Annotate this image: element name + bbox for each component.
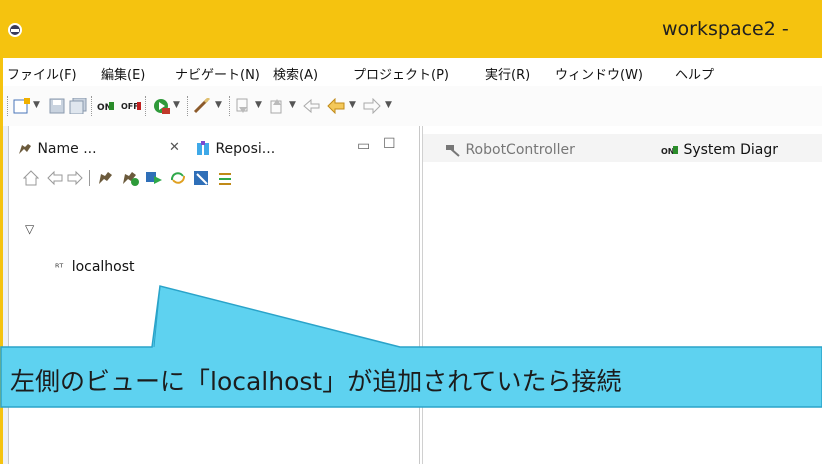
- home-icon[interactable]: [23, 170, 39, 186]
- tab-label: RobotController: [465, 142, 575, 158]
- back-icon[interactable]: [47, 170, 63, 186]
- tab-label: System Diagr: [683, 142, 779, 158]
- save-all-icon[interactable]: [69, 98, 87, 114]
- maximize-icon[interactable]: ☐: [383, 136, 396, 152]
- toolbar-grip[interactable]: [7, 96, 9, 116]
- svg-text:OFF: OFF: [121, 102, 139, 111]
- window-frame-left: [0, 126, 8, 464]
- hammer-icon: [446, 145, 460, 157]
- prev-annotation-dropdown-icon[interactable]: ▼: [289, 100, 296, 110]
- collapse-toggle-icon[interactable]: ▽: [25, 222, 34, 236]
- connect-icon[interactable]: [97, 170, 113, 186]
- tab-name-service[interactable]: Name ...: [17, 137, 97, 161]
- eclipse-app-icon[interactable]: [8, 23, 22, 37]
- on-icon: ON: [661, 146, 678, 156]
- filter-icon[interactable]: [217, 170, 235, 186]
- menu-project[interactable]: プロジェクト(P): [353, 64, 449, 83]
- next-annotation-icon[interactable]: [235, 98, 251, 114]
- view-toolbar-separator: [89, 170, 90, 186]
- plug-icon: [19, 144, 31, 154]
- tab-label: Name ...: [37, 141, 97, 157]
- pen-dropdown-icon[interactable]: ▼: [215, 100, 222, 110]
- window-title: workspace2 -: [662, 18, 789, 40]
- tab-label: Reposi...: [215, 141, 276, 157]
- forward-dropdown-icon[interactable]: ▼: [385, 100, 392, 110]
- close-icon[interactable]: ✕: [169, 140, 180, 155]
- editor-tab-bar: RobotController ON System Diagr: [423, 134, 822, 162]
- pen-icon[interactable]: [193, 98, 211, 114]
- run-dropdown-icon[interactable]: ▼: [173, 100, 180, 110]
- title-bar: workspace2 -: [0, 0, 822, 58]
- tab-system-diagram[interactable]: ON System Diagr: [661, 138, 778, 162]
- rt-icon: ᴿᵀ: [55, 263, 64, 274]
- back-dropdown-icon[interactable]: ▼: [349, 100, 356, 110]
- back-icon[interactable]: [327, 98, 345, 114]
- prev-annotation-icon[interactable]: [269, 98, 285, 114]
- menu-bar: ファイル(F) 編集(E) ナビゲート(N) 検索(A) プロジェクト(P) 実…: [0, 58, 822, 86]
- forward-icon[interactable]: [67, 170, 83, 186]
- run-icon[interactable]: [153, 98, 171, 114]
- off-icon[interactable]: OFF: [121, 98, 141, 114]
- menu-edit[interactable]: 編集(E): [101, 64, 145, 83]
- save-icon[interactable]: [49, 98, 65, 114]
- next-annotation-dropdown-icon[interactable]: ▼: [255, 100, 262, 110]
- clear-icon[interactable]: [193, 170, 211, 186]
- menu-window[interactable]: ウィンドウ(W): [555, 64, 643, 83]
- tab-robot-controller[interactable]: RobotController: [445, 138, 575, 162]
- toolbar-separator: [229, 96, 231, 116]
- last-edit-icon[interactable]: [303, 98, 321, 114]
- repository-icon: [197, 141, 209, 155]
- menu-search[interactable]: 検索(A): [273, 64, 318, 83]
- add-connection-icon[interactable]: [121, 170, 139, 186]
- tree-item-localhost[interactable]: ᴿᵀ localhost: [55, 259, 135, 275]
- view-toolbar: [9, 162, 419, 192]
- menu-run[interactable]: 実行(R): [485, 64, 530, 83]
- toolbar-separator: [91, 96, 93, 116]
- toolbar: ▼ ON OFF ▼ ▼ ▼ ▼ ▼ ▼: [0, 86, 822, 126]
- refresh-icon[interactable]: [169, 170, 187, 186]
- menu-file[interactable]: ファイル(F): [7, 64, 77, 83]
- menu-navigate[interactable]: ナビゲート(N): [175, 64, 260, 83]
- on-icon[interactable]: ON: [97, 98, 115, 114]
- new-dropdown-icon[interactable]: ▼: [33, 100, 40, 110]
- view-tab-bar: Name ... ✕ Reposi... ▭ ☐: [9, 134, 419, 162]
- menu-help[interactable]: ヘルプ: [675, 64, 714, 83]
- tab-repository[interactable]: Reposi...: [195, 137, 275, 161]
- run-system-icon[interactable]: [145, 170, 163, 186]
- editor-area: RobotController ON System Diagr: [422, 126, 822, 464]
- callout-text: 左側のビューに「localhost」が追加されていたら接続: [10, 367, 622, 396]
- new-icon[interactable]: [13, 98, 31, 114]
- toolbar-separator: [187, 96, 189, 116]
- svg-text:ON: ON: [661, 147, 675, 156]
- forward-icon[interactable]: [363, 98, 381, 114]
- name-service-view: Name ... ✕ Reposi... ▭ ☐ ▽ ᴿᵀ localhost: [8, 126, 420, 464]
- tree-item-label: localhost: [71, 259, 135, 275]
- toolbar-separator: [145, 96, 147, 116]
- minimize-icon[interactable]: ▭: [357, 138, 370, 154]
